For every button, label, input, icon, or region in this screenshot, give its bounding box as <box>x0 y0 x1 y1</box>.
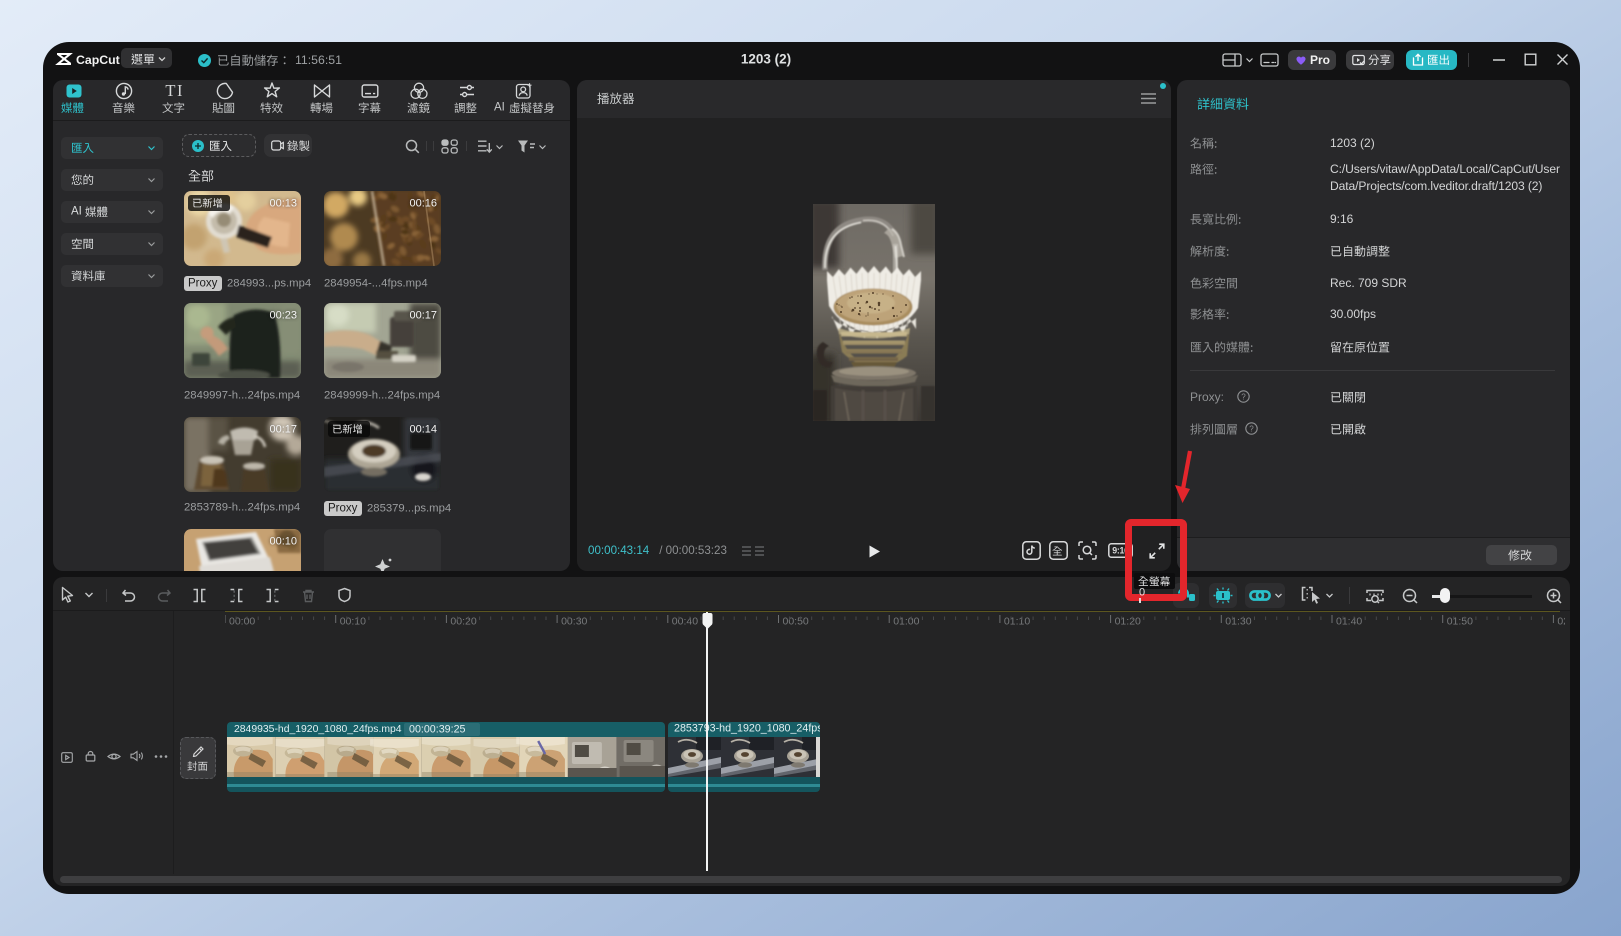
svg-text:00:30: 00:30 <box>561 616 587 628</box>
svg-text:01:40: 01:40 <box>1336 616 1362 628</box>
svg-text:01:30: 01:30 <box>1225 616 1251 628</box>
svg-text:01:10: 01:10 <box>1004 616 1030 628</box>
svg-text:01:50: 01:50 <box>1447 616 1473 628</box>
svg-text:00:10: 00:10 <box>340 616 366 628</box>
svg-text:00:00: 00:00 <box>229 616 255 628</box>
svg-text:01:20: 01:20 <box>1115 616 1141 628</box>
svg-text:00:40: 00:40 <box>672 616 698 628</box>
svg-text:02:00: 02:00 <box>1557 616 1565 628</box>
svg-text:01:00: 01:00 <box>893 616 919 628</box>
svg-text:00:20: 00:20 <box>450 616 476 628</box>
svg-text:?: ? <box>1249 424 1254 433</box>
svg-text:00:50: 00:50 <box>783 616 809 628</box>
svg-text:?: ? <box>1241 392 1246 401</box>
